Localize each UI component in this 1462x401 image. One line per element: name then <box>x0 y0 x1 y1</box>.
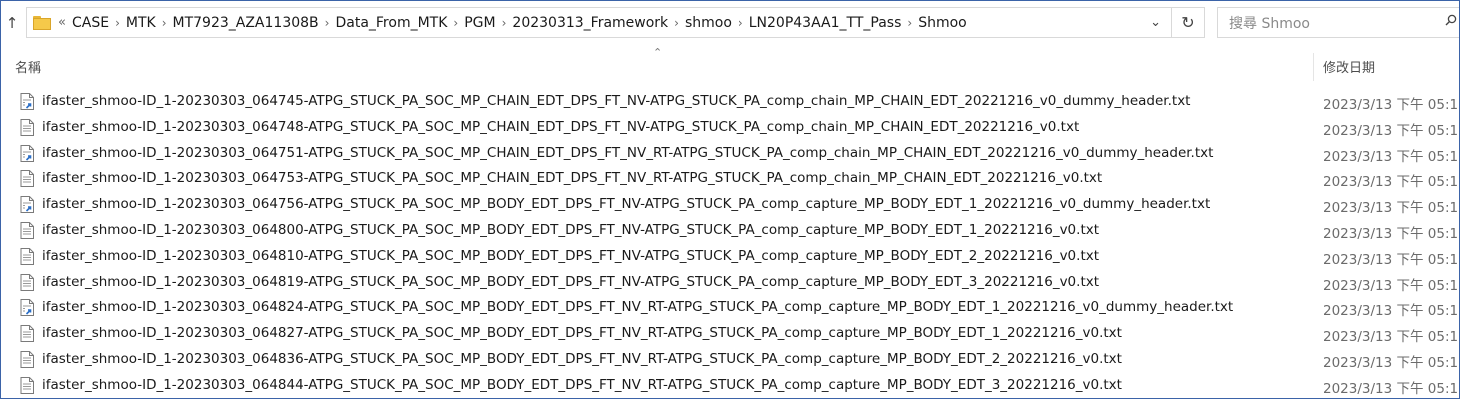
text-file-icon <box>20 118 34 136</box>
file-date-modified: 2023/3/13 下午 05:1 <box>1323 329 1459 346</box>
file-name: ifaster_shmoo-ID_1-20230303_064748-ATPG_… <box>42 118 1080 135</box>
breadcrumb-item[interactable]: shmoo <box>685 15 732 31</box>
column-divider[interactable] <box>1313 53 1314 81</box>
text-file-shortcut-icon <box>20 299 34 317</box>
text-file-icon <box>20 247 34 265</box>
text-file-shortcut-icon <box>20 144 34 162</box>
file-date-modified: 2023/3/13 下午 05:1 <box>1323 355 1459 371</box>
chevron-right-icon[interactable]: › <box>325 16 330 30</box>
file-row[interactable]: ifaster_shmoo-ID_1-20230303_064819-ATPG_… <box>1 270 1459 296</box>
text-file-shortcut-icon <box>20 93 34 110</box>
sort-ascending-icon: ⌃ <box>653 46 663 59</box>
search-icon <box>1445 14 1457 26</box>
explorer-window: ↑ « CASE › MTK › MT7923_AZA11308B › Data_From_… <box>0 0 1460 399</box>
breadcrumb-item[interactable]: MT7923_AZA11308B <box>173 15 319 31</box>
text-file-icon <box>20 376 34 394</box>
file-date-modified: 2023/3/13 下午 05:1 <box>1323 303 1459 320</box>
file-row[interactable]: ifaster_shmoo-ID_1-20230303_064748-ATPG_… <box>1 115 1459 141</box>
chevron-right-icon[interactable]: › <box>162 16 167 30</box>
file-row[interactable]: ifaster_shmoo-ID_1-20230303_064753-ATPG_… <box>1 166 1459 192</box>
chevron-right-icon[interactable]: › <box>738 16 743 30</box>
file-date-modified: 2023/3/13 下午 05:1 <box>1323 148 1459 165</box>
chevron-right-icon[interactable]: › <box>453 16 458 30</box>
up-arrow-icon[interactable]: ↑ <box>1 9 23 37</box>
file-name: ifaster_shmoo-ID_1-20230303_064836-ATPG_… <box>42 351 1122 367</box>
chevron-right-icon[interactable]: › <box>907 16 912 30</box>
refresh-icon[interactable]: ↻ <box>1172 7 1205 38</box>
text-file-icon <box>20 351 34 368</box>
breadcrumb-item[interactable]: 20230313_Framework <box>512 15 668 31</box>
chevron-down-icon[interactable]: ⌄ <box>1150 8 1161 37</box>
file-row[interactable]: ifaster_shmoo-ID_1-20230303_064800-ATPG_… <box>1 218 1459 244</box>
folder-icon <box>33 15 51 30</box>
file-date-modified: 2023/3/13 下午 05:1 <box>1323 200 1459 217</box>
breadcrumb-item[interactable]: CASE <box>72 15 109 31</box>
file-name: ifaster_shmoo-ID_1-20230303_064844-ATPG_… <box>42 376 1122 393</box>
overflow-chevron-icon[interactable]: « <box>58 15 66 30</box>
file-row[interactable]: ifaster_shmoo-ID_1-20230303_064836-ATPG_… <box>1 347 1459 373</box>
file-date-modified: 2023/3/13 下午 05:1 <box>1323 226 1459 242</box>
file-name: ifaster_shmoo-ID_1-20230303_064819-ATPG_… <box>42 273 1100 290</box>
file-row[interactable]: ifaster_shmoo-ID_1-20230303_064844-ATPG_… <box>1 373 1459 398</box>
search-placeholder: 搜尋 Shmoo <box>1229 15 1310 32</box>
file-list: ifaster_shmoo-ID_1-20230303_064745-ATPG_… <box>1 89 1459 398</box>
column-header-name[interactable]: 名稱 <box>15 57 41 76</box>
text-file-icon <box>20 170 34 188</box>
file-name: ifaster_shmoo-ID_1-20230303_064810-ATPG_… <box>42 247 1100 264</box>
file-date-modified: 2023/3/13 下午 05:1 <box>1323 251 1459 268</box>
text-file-icon <box>20 273 34 291</box>
file-name: ifaster_shmoo-ID_1-20230303_064745-ATPG_… <box>42 93 1191 109</box>
text-file-icon <box>20 222 34 239</box>
breadcrumb-item[interactable]: MTK <box>126 15 156 31</box>
address-bar[interactable]: « CASE › MTK › MT7923_AZA11308B › Data_From_MT… <box>26 7 1172 38</box>
file-date-modified: 2023/3/13 下午 05:1 <box>1323 380 1459 397</box>
chevron-right-icon[interactable]: › <box>115 16 120 30</box>
file-date-modified: 2023/3/13 下午 05:1 <box>1323 122 1459 139</box>
file-name: ifaster_shmoo-ID_1-20230303_064824-ATPG_… <box>42 299 1234 316</box>
text-file-shortcut-icon <box>20 196 34 214</box>
file-date-modified: 2023/3/13 下午 05:1 <box>1323 174 1459 191</box>
file-name: ifaster_shmoo-ID_1-20230303_064800-ATPG_… <box>42 222 1100 238</box>
file-row[interactable]: ifaster_shmoo-ID_1-20230303_064756-ATPG_… <box>1 192 1459 218</box>
file-date-modified: 2023/3/13 下午 05:1 <box>1323 277 1459 294</box>
file-row[interactable]: ifaster_shmoo-ID_1-20230303_064827-ATPG_… <box>1 321 1459 347</box>
file-date-modified: 2023/3/13 下午 05:1 <box>1323 97 1459 113</box>
breadcrumb-item[interactable]: Data_From_MTK <box>335 15 447 31</box>
text-file-icon <box>20 325 34 343</box>
breadcrumb-item[interactable]: Shmoo <box>918 15 967 31</box>
breadcrumb-item[interactable]: PGM <box>464 15 495 31</box>
file-name: ifaster_shmoo-ID_1-20230303_064751-ATPG_… <box>42 144 1214 161</box>
address-row: ↑ « CASE › MTK › MT7923_AZA11308B › Data_From_… <box>1 1 1459 45</box>
chevron-right-icon[interactable]: › <box>502 16 507 30</box>
chevron-right-icon[interactable]: › <box>674 16 679 30</box>
file-row[interactable]: ifaster_shmoo-ID_1-20230303_064810-ATPG_… <box>1 244 1459 270</box>
column-header-date-modified[interactable]: 修改日期 <box>1323 57 1375 76</box>
file-row[interactable]: ifaster_shmoo-ID_1-20230303_064751-ATPG_… <box>1 141 1459 167</box>
breadcrumb: CASE › MTK › MT7923_AZA11308B › Data_From_MTK ›… <box>72 15 967 31</box>
search-input[interactable]: 搜尋 Shmoo <box>1217 7 1459 38</box>
file-row[interactable]: ifaster_shmoo-ID_1-20230303_064824-ATPG_… <box>1 295 1459 321</box>
file-name: ifaster_shmoo-ID_1-20230303_064753-ATPG_… <box>42 170 1103 187</box>
file-name: ifaster_shmoo-ID_1-20230303_064756-ATPG_… <box>42 196 1211 213</box>
file-row[interactable]: ifaster_shmoo-ID_1-20230303_064745-ATPG_… <box>1 89 1459 115</box>
breadcrumb-item[interactable]: LN20P43AA1_TT_Pass <box>749 15 902 31</box>
file-name: ifaster_shmoo-ID_1-20230303_064827-ATPG_… <box>42 325 1122 342</box>
column-header: ⌃ 名稱 修改日期 <box>1 45 1459 85</box>
